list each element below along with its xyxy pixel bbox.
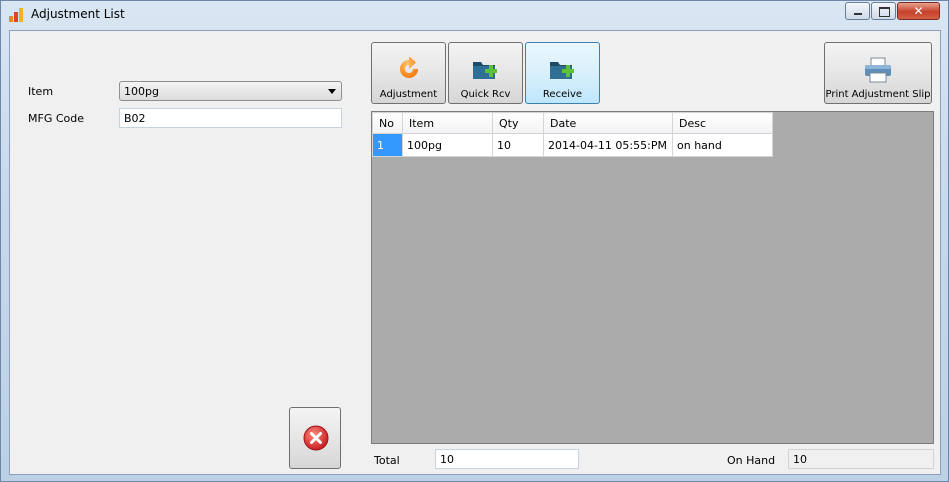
adjustment-grid[interactable]: No Item Qty Date Desc 1 100pg 10 2014-04… (371, 111, 934, 444)
printer-icon (865, 57, 891, 83)
total-label: Total (374, 454, 400, 467)
item-label: Item (28, 85, 54, 98)
cell-item[interactable]: 100pg (402, 133, 493, 157)
on-hand-field: 10 (788, 449, 934, 469)
cell-qty[interactable]: 10 (492, 133, 544, 157)
quick-rcv-button[interactable]: Quick Rcv (448, 42, 523, 104)
folder-add-icon (472, 62, 497, 79)
mfg-code-field[interactable]: B02 (119, 108, 342, 128)
table-row[interactable]: 1 100pg 10 2014-04-11 05:55:PM on hand (372, 133, 773, 157)
print-adjustment-slip-button[interactable]: Print Adjustment Slip (824, 42, 932, 104)
client-area: Item 100pg MFG Code B02 Adjustment Quick… (9, 30, 941, 475)
column-header-date[interactable]: Date (543, 112, 673, 134)
cell-no[interactable]: 1 (372, 133, 403, 157)
total-value: 10 (440, 453, 454, 466)
window-title: Adjustment List (31, 7, 125, 21)
adjustment-list-window: Adjustment List Item 100pg MFG Code B02 (0, 0, 949, 482)
cell-date[interactable]: 2014-04-11 05:55:PM (543, 133, 673, 157)
item-dropdown-value: 100pg (124, 85, 159, 98)
folder-add-icon (549, 62, 574, 79)
receive-button-label: Receive (542, 89, 583, 100)
column-header-item[interactable]: Item (402, 112, 493, 134)
title-bar[interactable]: Adjustment List (1, 1, 948, 29)
caption-buttons (844, 2, 940, 20)
chevron-down-icon (328, 89, 336, 94)
adjustment-button-label: Adjustment (379, 89, 438, 100)
table-header-row: No Item Qty Date Desc (372, 112, 773, 134)
maximize-button[interactable] (871, 2, 896, 20)
mfg-code-value: B02 (124, 112, 146, 125)
total-field[interactable]: 10 (435, 449, 579, 469)
on-hand-value: 10 (793, 453, 807, 466)
adjustment-button[interactable]: Adjustment (371, 42, 446, 104)
column-header-no[interactable]: No (372, 112, 403, 134)
refresh-icon (399, 57, 418, 78)
adjustment-table: No Item Qty Date Desc 1 100pg 10 2014-04… (372, 112, 773, 157)
on-hand-label: On Hand (727, 454, 776, 467)
cancel-button[interactable] (289, 407, 341, 469)
close-button[interactable] (897, 2, 940, 20)
cell-desc[interactable]: on hand (672, 133, 773, 157)
print-button-label: Print Adjustment Slip (825, 89, 931, 100)
cancel-icon (303, 425, 329, 451)
item-dropdown[interactable]: 100pg (119, 81, 342, 101)
bar-chart-icon (9, 8, 25, 22)
receive-button[interactable]: Receive (525, 42, 600, 104)
column-header-desc[interactable]: Desc (672, 112, 773, 134)
minimize-button[interactable] (845, 2, 870, 20)
column-header-qty[interactable]: Qty (492, 112, 544, 134)
mfg-code-label: MFG Code (28, 112, 84, 125)
quick-rcv-button-label: Quick Rcv (460, 89, 511, 100)
